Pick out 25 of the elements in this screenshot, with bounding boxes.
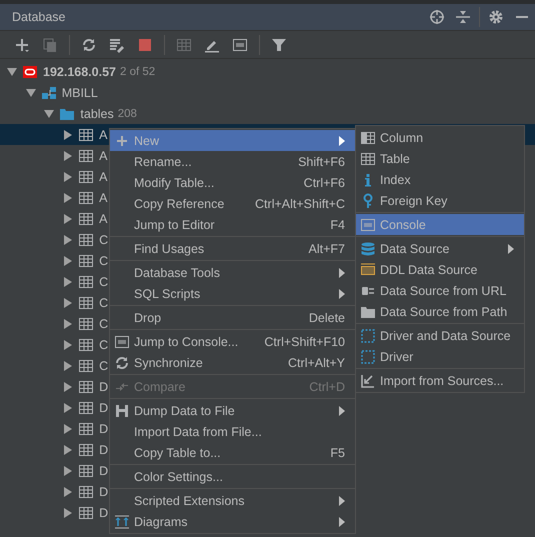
tree-label: D <box>99 400 108 414</box>
tree-label: C <box>99 358 108 372</box>
tree-label: 192.168.0.57 <box>43 64 116 78</box>
tree-label: C <box>99 254 108 268</box>
tree-label: A <box>99 190 108 204</box>
tree-label: A <box>99 170 108 184</box>
tree-label: tables <box>80 106 114 120</box>
tree-label: A <box>99 128 108 142</box>
tree-label: D <box>99 506 108 520</box>
tree-label: C <box>99 338 108 352</box>
item-count: 208 <box>118 108 137 120</box>
item-count: 2 of 52 <box>120 66 156 78</box>
tree-label: D <box>99 422 108 436</box>
tree-label: C <box>99 274 108 288</box>
tree-label: C <box>99 232 108 246</box>
tree-label: D <box>99 464 108 478</box>
panel-title: Database <box>12 10 67 24</box>
tree-label: D <box>99 442 108 456</box>
tree-label: D <box>99 484 108 498</box>
tree-label: D <box>99 380 108 394</box>
tree-label: C <box>99 296 108 310</box>
tree-label: A <box>99 212 108 226</box>
tree-label: MBILL <box>62 86 98 100</box>
tree-label: C <box>99 316 108 330</box>
tree-label: A <box>99 148 108 162</box>
